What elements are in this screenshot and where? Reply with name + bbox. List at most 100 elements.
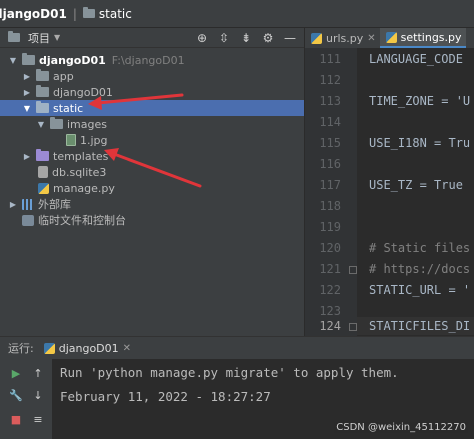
tree-item-label: djangoD01 bbox=[39, 53, 106, 67]
arrow-up-icon[interactable]: ↑ bbox=[30, 365, 46, 381]
run-panel-label: 运行: bbox=[8, 342, 34, 355]
code-line[interactable]: LANGUAGE_CODE bbox=[369, 52, 463, 66]
close-icon[interactable]: ✕ bbox=[123, 343, 131, 354]
templates-folder-icon bbox=[36, 149, 49, 161]
chevron-right-icon[interactable]: ▶ bbox=[22, 72, 32, 81]
project-path: F:\djangoD01 bbox=[111, 53, 185, 67]
code-comment-line[interactable]: # Static files bbox=[369, 241, 470, 255]
expand-all-icon[interactable]: ⇳ bbox=[216, 30, 232, 46]
breadcrumb-project[interactable]: djangoD01 bbox=[0, 7, 67, 21]
project-panel: 项目 ▼ ⊕ ⇳ ⇟ ⚙ — ▼ djangoD01 F:\djangoD01 … bbox=[0, 28, 304, 336]
line-number: 116 bbox=[319, 157, 341, 171]
tab-label: urls.py bbox=[326, 31, 364, 45]
project-panel-toolbar: 项目 ▼ ⊕ ⇳ ⇟ ⚙ — bbox=[0, 28, 304, 48]
line-number: 111 bbox=[319, 52, 341, 66]
tree-item-db-sqlite3[interactable]: db.sqlite3 bbox=[0, 164, 304, 180]
chevron-right-icon[interactable]: ▶ bbox=[8, 200, 18, 209]
gear-icon[interactable]: ⚙ bbox=[260, 30, 276, 46]
console-output-line: February 11, 2022 - 18:27:27 bbox=[60, 389, 271, 404]
line-number: 113 bbox=[319, 94, 341, 108]
tree-item-label: db.sqlite3 bbox=[52, 165, 107, 179]
chevron-down-icon[interactable]: ▼ bbox=[36, 120, 46, 129]
scratches-icon bbox=[22, 214, 34, 226]
tab-label: settings.py bbox=[400, 30, 462, 44]
python-file-icon bbox=[311, 32, 322, 44]
libraries-icon bbox=[22, 198, 34, 210]
tree-item-app[interactable]: ▶ app bbox=[0, 68, 304, 84]
code-line[interactable]: TIME_ZONE = 'U bbox=[369, 94, 470, 108]
tab-urls-py[interactable]: urls.py ✕ bbox=[305, 28, 380, 48]
line-number-gutter: 111 112 113 114 115 116 117 118 119 120 … bbox=[305, 48, 357, 336]
hide-icon[interactable]: — bbox=[282, 30, 298, 46]
folder-icon bbox=[82, 7, 95, 18]
breadcrumb-separator: | bbox=[72, 6, 77, 21]
database-file-icon bbox=[38, 166, 48, 178]
chevron-down-icon[interactable]: ▼ bbox=[22, 104, 32, 113]
code-comment-line[interactable]: # https://docs bbox=[369, 262, 470, 276]
run-toolbar: ▶ ↑ 🔧 ↓ ■ ≡ bbox=[0, 359, 52, 439]
tree-item-label: 外部库 bbox=[38, 198, 71, 211]
watermark: CSDN @weixin_45112270 bbox=[334, 422, 468, 433]
line-number: 121 bbox=[319, 262, 341, 276]
code-line[interactable]: USE_I18N = Tru bbox=[369, 136, 470, 150]
fold-marker-icon[interactable] bbox=[349, 266, 357, 274]
breadcrumb-folder[interactable]: static bbox=[99, 7, 132, 21]
tree-item-scratches[interactable]: 临时文件和控制台 bbox=[0, 212, 304, 228]
image-file-icon bbox=[66, 134, 76, 146]
soft-wrap-icon[interactable]: ≡ bbox=[30, 411, 46, 427]
fold-marker-icon[interactable] bbox=[349, 323, 357, 331]
folder-icon bbox=[36, 101, 49, 113]
tree-item-label: app bbox=[53, 69, 74, 83]
tab-settings-py[interactable]: settings.py bbox=[379, 28, 466, 48]
chevron-down-icon[interactable]: ▼ bbox=[54, 33, 60, 42]
tree-item-djangod01[interactable]: ▶ djangoD01 bbox=[0, 84, 304, 100]
python-file-icon bbox=[43, 342, 55, 354]
tree-item-manage-py[interactable]: manage.py bbox=[0, 180, 304, 196]
project-panel-title[interactable]: 项目 bbox=[28, 30, 50, 46]
arrow-down-icon[interactable]: ↓ bbox=[30, 387, 46, 403]
locate-icon[interactable]: ⊕ bbox=[194, 30, 210, 46]
code-line[interactable]: STATIC_URL = ' bbox=[369, 283, 470, 297]
line-number: 120 bbox=[319, 241, 341, 255]
chevron-down-icon[interactable]: ▼ bbox=[8, 56, 18, 65]
collapse-all-icon[interactable]: ⇟ bbox=[238, 30, 254, 46]
close-icon[interactable]: ✕ bbox=[367, 33, 375, 44]
tree-item-external-libraries[interactable]: ▶ 外部库 bbox=[0, 196, 304, 212]
run-panel: 运行: djangoD01 ✕ ▶ ↑ 🔧 ↓ ■ ≡ Run 'python … bbox=[0, 336, 474, 439]
chevron-right-icon[interactable]: ▶ bbox=[22, 88, 32, 97]
editor: urls.py ✕ settings.py 111 112 113 114 11… bbox=[305, 28, 474, 336]
rerun-icon[interactable]: ▶ bbox=[8, 365, 24, 381]
tree-item-templates[interactable]: ▶ templates bbox=[0, 148, 304, 164]
line-number: 115 bbox=[319, 136, 341, 150]
line-number: 123 bbox=[319, 304, 341, 318]
chevron-right-icon[interactable]: ▶ bbox=[22, 152, 32, 161]
run-tab-label: djangoD01 bbox=[58, 341, 119, 355]
run-panel-header: 运行: djangoD01 ✕ bbox=[0, 337, 474, 359]
line-number: 119 bbox=[319, 220, 341, 234]
tree-item-label: static bbox=[53, 101, 84, 115]
tree-item-label: templates bbox=[53, 149, 109, 163]
run-tab[interactable]: djangoD01 ✕ bbox=[43, 341, 131, 355]
tree-item-label: 临时文件和控制台 bbox=[38, 214, 126, 227]
tree-item-images[interactable]: ▼ images bbox=[0, 116, 304, 132]
code-line[interactable]: USE_TZ = True bbox=[369, 178, 463, 192]
tree-item-static[interactable]: ▼ static bbox=[0, 100, 304, 116]
tree-item-label: images bbox=[67, 117, 107, 131]
editor-tabs: urls.py ✕ settings.py bbox=[305, 28, 474, 48]
stop-icon[interactable]: ■ bbox=[8, 411, 24, 427]
line-number: 114 bbox=[319, 115, 341, 129]
project-view-icon bbox=[8, 31, 20, 42]
console-output-line: Run 'python manage.py migrate' to apply … bbox=[60, 365, 399, 380]
folder-icon bbox=[36, 85, 49, 97]
tree-item-label: manage.py bbox=[53, 181, 115, 195]
line-number: 112 bbox=[319, 73, 341, 87]
tree-item-label: 1.jpg bbox=[80, 133, 108, 147]
tree-item-1-jpg[interactable]: 1.jpg bbox=[0, 132, 304, 148]
tree-item-label: djangoD01 bbox=[53, 85, 113, 99]
line-number: 122 bbox=[319, 283, 341, 297]
wrench-icon[interactable]: 🔧 bbox=[8, 387, 24, 403]
tree-item-project-root[interactable]: ▼ djangoD01 F:\djangoD01 bbox=[0, 52, 304, 68]
code-line[interactable]: STATICFILES_DI bbox=[369, 319, 470, 333]
line-number: 124 bbox=[319, 319, 341, 333]
python-file-icon bbox=[385, 31, 397, 43]
